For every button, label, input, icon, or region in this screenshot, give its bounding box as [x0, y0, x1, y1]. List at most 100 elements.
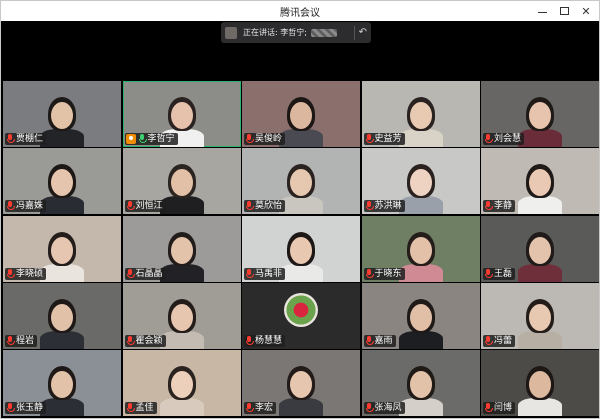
collapse-icon[interactable]: ↶ [359, 27, 367, 38]
participant-tile[interactable]: 程岩 [3, 282, 121, 349]
participant-nametag: 杨慧慧 [244, 334, 286, 347]
window-title: 腾讯会议 [280, 7, 320, 19]
participant-name: 李宏 [255, 403, 274, 414]
divider [353, 25, 355, 40]
mic-on-icon [138, 134, 147, 144]
participant-nametag: 李晓硕 [5, 267, 47, 280]
participant-name: 史益芳 [374, 134, 402, 144]
participant-nametag: 石晶晶 [124, 267, 166, 280]
participant-nametag: 闫博 [483, 402, 516, 415]
mic-muted-icon [484, 201, 493, 211]
speaker-avatar [225, 26, 237, 39]
participant-tile[interactable]: 马禹非 [242, 215, 360, 282]
close-icon[interactable]: ✕ [575, 1, 597, 21]
participant-nametag: 冯蕾 [483, 334, 516, 347]
participant-tile[interactable]: 嘉雨 [361, 282, 480, 349]
participant-name: 程岩 [16, 335, 35, 346]
video-grid: 贾棚仁 李哲宁 吴俊岭 史益芳 刘会慧冯嘉姝 刘恒江 莫欣怡 苏洪琳 李静李晓硕 石晶晶 马禹非 于晓… [3, 81, 599, 417]
participant-nametag: 张玉静 [5, 402, 47, 415]
mic-muted-icon [245, 134, 254, 144]
participant-name: 王磊 [494, 268, 513, 279]
participant-name: 孟佳 [135, 403, 154, 414]
participant-nametag: 张海凤 [363, 402, 405, 415]
current-speaker-bar: 正在讲话: 李哲宁; ↶ [221, 22, 371, 43]
participant-nametag: 程岩 [5, 334, 38, 347]
participant-name: 闫博 [494, 403, 513, 414]
participant-name: 石晶晶 [135, 268, 163, 279]
participant-video [510, 222, 570, 282]
participant-tile[interactable]: 冯蕾 [481, 282, 599, 349]
participant-nametag: 刘会慧 [483, 133, 525, 145]
participant-video [152, 356, 212, 417]
participant-tile[interactable]: 于晓东 [361, 215, 480, 282]
participant-nametag: 刘恒江 [124, 200, 166, 213]
minimize-icon[interactable] [531, 1, 553, 21]
mic-muted-icon [126, 201, 135, 211]
host-icon [125, 134, 136, 144]
participant-tile[interactable]: 石晶晶 [122, 215, 241, 282]
participant-name: 李静 [494, 201, 513, 212]
mic-muted-icon [365, 201, 374, 211]
participant-tile[interactable]: 李静 [481, 148, 599, 215]
mic-muted-icon [6, 268, 15, 279]
participant-tile[interactable]: 李哲宁 [122, 81, 241, 147]
participant-name: 苏洪琳 [374, 201, 402, 212]
participant-tile[interactable]: 孟佳 [122, 350, 241, 417]
participant-tile[interactable]: 刘会慧 [481, 81, 599, 147]
participant-tile[interactable]: 李晓硕 [3, 215, 121, 282]
participant-video [391, 289, 451, 349]
participant-tile[interactable]: 杨慧慧 [242, 282, 360, 349]
participant-tile[interactable]: 张玉静 [3, 350, 121, 417]
participant-nametag: 嘉雨 [363, 334, 396, 347]
mic-muted-icon [6, 201, 15, 211]
participant-tile[interactable]: 莫欣怡 [242, 148, 360, 215]
participant-name: 冯嘉姝 [16, 201, 44, 212]
participant-name: 刘恒江 [135, 201, 163, 212]
mic-muted-icon [245, 201, 254, 211]
participant-nametag: 莫欣怡 [244, 200, 286, 213]
participant-name: 马禹非 [255, 268, 283, 279]
participant-video [271, 356, 331, 417]
participant-nametag: 李哲宁 [124, 133, 178, 145]
participant-nametag: 王磊 [483, 267, 516, 280]
mic-muted-icon [365, 134, 374, 144]
participant-tile[interactable]: 吴俊岭 [242, 81, 360, 147]
mic-muted-icon [484, 403, 493, 413]
participant-name: 张玉静 [16, 403, 44, 414]
mic-muted-icon [484, 134, 493, 144]
participant-name: 刘会慧 [494, 134, 522, 144]
participant-tile[interactable]: 瞿会颖 [122, 282, 241, 349]
participant-tile[interactable]: 刘恒江 [122, 148, 241, 215]
participant-name: 贾棚仁 [16, 134, 44, 144]
mic-muted-icon [365, 268, 374, 279]
blurred-content [310, 28, 337, 37]
participant-tile[interactable]: 张海凤 [361, 350, 480, 417]
participant-name: 瞿会颖 [135, 335, 163, 346]
avatar [284, 292, 318, 327]
participant-tile[interactable]: 冯嘉姝 [3, 148, 121, 215]
maximize-icon[interactable] [553, 1, 575, 21]
participant-name: 杨慧慧 [255, 335, 283, 346]
participant-tile[interactable]: 史益芳 [361, 81, 480, 147]
participant-nametag: 马禹非 [244, 267, 286, 280]
participant-name: 李晓硕 [16, 268, 44, 279]
participant-tile[interactable]: 苏洪琳 [361, 148, 480, 215]
participant-tile[interactable]: 贾棚仁 [3, 81, 121, 147]
participant-nametag: 李静 [483, 200, 516, 213]
mic-muted-icon [365, 335, 374, 346]
mic-muted-icon [126, 403, 135, 413]
title-bar[interactable]: 腾讯会议 ✕ [1, 1, 599, 21]
mic-muted-icon [126, 268, 135, 279]
participant-nametag: 孟佳 [124, 402, 157, 415]
participant-nametag: 史益芳 [363, 133, 405, 145]
mic-muted-icon [365, 403, 374, 413]
participant-tile[interactable]: 王磊 [481, 215, 599, 282]
mic-muted-icon [245, 335, 254, 346]
meeting-window: 腾讯会议 ✕ 正在讲话: 李哲宁; ↶ 贾棚仁 李哲宁 吴俊岭 史益芳 刘会慧冯嘉姝 刘恒… [0, 0, 600, 419]
participant-nametag: 李宏 [244, 402, 277, 415]
mic-muted-icon [245, 268, 254, 279]
participant-nametag: 于晓东 [363, 267, 405, 280]
participant-tile[interactable]: 李宏 [242, 350, 360, 417]
mic-muted-icon [484, 268, 493, 279]
participant-tile[interactable]: 闫博 [481, 350, 599, 417]
